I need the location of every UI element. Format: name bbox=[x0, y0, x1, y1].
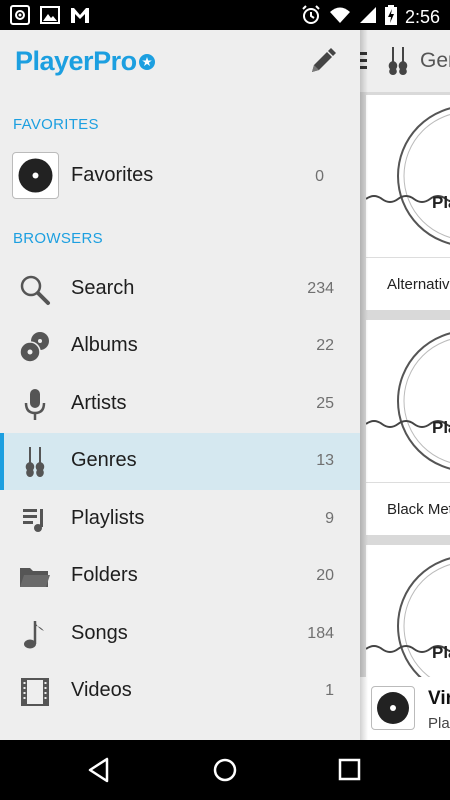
sidebar-item-label: Playlists bbox=[71, 507, 145, 529]
mini-player-title: Vir bbox=[428, 688, 450, 709]
drawer-header: PlayerPro bbox=[0, 30, 360, 92]
film-icon bbox=[18, 675, 52, 709]
sidebar-item-search[interactable]: Search 234 bbox=[0, 261, 360, 318]
vinyl-icon bbox=[12, 152, 59, 199]
sidebar-item-label: Videos bbox=[71, 679, 132, 701]
folder-icon bbox=[18, 560, 52, 594]
art-text: Pla bbox=[432, 193, 450, 212]
sidebar-item-count: 25 bbox=[316, 395, 334, 412]
genre-card[interactable]: Pla Black Metal bbox=[366, 320, 450, 535]
battery-charging-icon bbox=[384, 5, 397, 30]
browsers-section-label: BROWSERS bbox=[13, 230, 103, 247]
sidebar-item-label: Favorites bbox=[71, 164, 154, 186]
album-art-placeholder bbox=[366, 95, 450, 257]
sidebar-item-count: 20 bbox=[316, 567, 334, 584]
sidebar-item-artists[interactable]: Artists 25 bbox=[0, 376, 360, 433]
sidebar-item-label: Albums bbox=[71, 334, 138, 356]
sidebar-item-count: 184 bbox=[307, 625, 334, 642]
drawer-shadow bbox=[360, 30, 368, 740]
mini-player[interactable]: Vir Pla bbox=[360, 677, 450, 740]
genre-card[interactable]: Pla Alternative bbox=[366, 95, 450, 310]
content-toolbar: Genres bbox=[360, 30, 450, 92]
art-text: Pla bbox=[432, 418, 450, 437]
sidebar-item-label: Songs bbox=[71, 622, 128, 644]
card-caption: Alternative bbox=[387, 276, 450, 293]
sidebar-item-playlists[interactable]: Playlists 9 bbox=[0, 491, 360, 548]
back-icon[interactable] bbox=[85, 755, 115, 785]
alarm-icon bbox=[301, 5, 321, 30]
music-note-icon bbox=[18, 618, 52, 652]
app-logo: PlayerPro bbox=[15, 44, 155, 78]
status-bar: 2:56 bbox=[0, 0, 450, 30]
sidebar-item-label: Artists bbox=[71, 392, 127, 414]
vinyl-icon bbox=[371, 686, 415, 730]
clock: 2:56 bbox=[404, 7, 440, 27]
sidebar-item-genres[interactable]: Genres 13 bbox=[0, 433, 360, 490]
app-name: PlayerPro bbox=[15, 45, 137, 76]
sidebar-item-count: 234 bbox=[307, 280, 334, 297]
camera-icon bbox=[10, 5, 30, 25]
sidebar-item-label: Folders bbox=[71, 564, 138, 586]
microphone-icon bbox=[18, 388, 52, 422]
guitars-icon bbox=[386, 46, 410, 76]
divider bbox=[366, 257, 450, 258]
system-nav-bar bbox=[0, 740, 450, 800]
image-icon bbox=[40, 5, 60, 25]
genres-content: Genres Pla Alternative Pla Black Metal P… bbox=[360, 30, 450, 740]
sidebar-item-count: 0 bbox=[315, 168, 324, 185]
sidebar-item-favorites[interactable]: Favorites 0 bbox=[0, 143, 360, 209]
art-text: Pla bbox=[432, 643, 450, 662]
wifi-icon bbox=[329, 6, 351, 29]
gmail-icon bbox=[70, 5, 90, 25]
sidebar-item-videos[interactable]: Videos 1 bbox=[0, 663, 360, 720]
favorites-section-label: FAVORITES bbox=[13, 116, 99, 133]
sidebar-item-count: 22 bbox=[316, 337, 334, 354]
sidebar-item-label: Search bbox=[71, 277, 135, 299]
pencil-icon[interactable] bbox=[308, 46, 338, 76]
navigation-drawer: PlayerPro FAVORITES Favorites 0 BROWSERS… bbox=[0, 30, 360, 740]
sidebar-item-count: 9 bbox=[325, 510, 334, 527]
divider bbox=[366, 482, 450, 483]
star-icon bbox=[138, 54, 155, 70]
card-caption: Black Metal bbox=[387, 501, 450, 518]
albums-icon bbox=[18, 330, 52, 364]
album-art-placeholder bbox=[366, 320, 450, 482]
content-title: Genres bbox=[420, 49, 450, 72]
sidebar-item-count: 13 bbox=[316, 452, 334, 469]
sidebar-item-songs[interactable]: Songs 184 bbox=[0, 606, 360, 663]
sidebar-item-folders[interactable]: Folders 20 bbox=[0, 548, 360, 605]
sidebar-item-count: 1 bbox=[325, 682, 334, 699]
signal-icon bbox=[359, 6, 377, 29]
home-icon[interactable] bbox=[210, 755, 240, 785]
recents-icon[interactable] bbox=[335, 755, 365, 785]
sidebar-item-albums[interactable]: Albums 22 bbox=[0, 318, 360, 375]
search-icon bbox=[18, 273, 52, 307]
guitars-icon bbox=[18, 445, 52, 479]
sidebar-item-label: Genres bbox=[71, 449, 137, 471]
mini-player-subtitle: Pla bbox=[428, 715, 450, 732]
playlist-icon bbox=[18, 503, 52, 537]
